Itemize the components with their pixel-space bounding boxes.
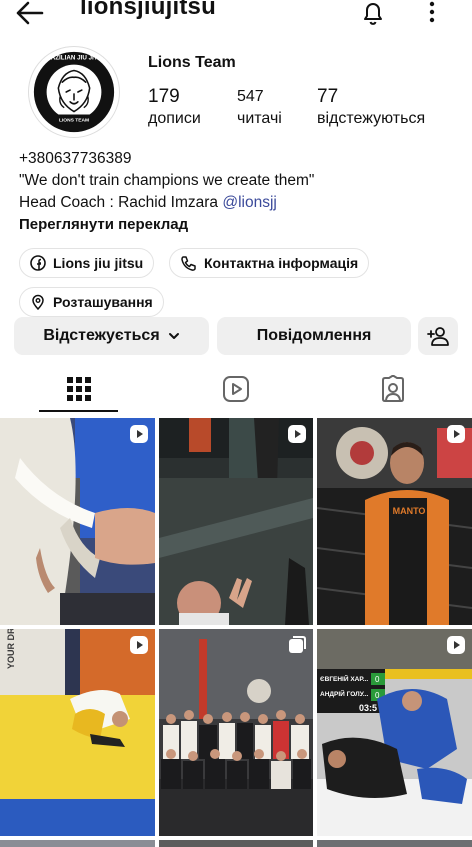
bio-mention-link[interactable]: @lionsjj	[222, 194, 277, 211]
following-button[interactable]: Відстежується	[14, 317, 209, 355]
followers-stat[interactable]: 547 читачі	[237, 86, 282, 130]
bio-quote: "We don't train champions we create them…	[19, 172, 315, 189]
avatar-bottom-text: LIONS TEAM	[59, 117, 89, 123]
facebook-icon	[30, 255, 46, 271]
back-arrow-icon[interactable]	[14, 0, 46, 26]
scoreboard-name-1: ЄВГЕНІЙ ХАР...	[320, 674, 368, 683]
bio-phone[interactable]: +380637736389	[19, 148, 459, 170]
bio-coach-text: Head Coach : Rachid Imzara	[19, 194, 223, 211]
carousel-icon	[289, 636, 306, 653]
location-chip[interactable]: Розташування	[19, 287, 164, 317]
grid-icon	[67, 377, 91, 401]
following-count: 77	[317, 86, 339, 107]
active-tab-indicator	[39, 410, 118, 412]
message-button-label: Повідомлення	[256, 327, 372, 344]
reel-icon	[130, 636, 148, 654]
grid-post-3[interactable]: MANTO	[317, 418, 472, 625]
following-stat[interactable]: 77 відстежуються	[317, 86, 425, 130]
bio-coach-line: Head Coach : Rachid Imzara @lionsjj	[19, 192, 459, 214]
posts-count: 179	[148, 86, 180, 107]
more-options-icon[interactable]	[420, 0, 444, 26]
display-name: Lions Team	[148, 54, 236, 71]
profile-avatar[interactable]: LIONS TEAM BRAZILIAN JIU JITSU	[28, 46, 120, 138]
tab-reels[interactable]	[196, 366, 276, 412]
grid-post-2[interactable]	[159, 418, 313, 625]
posts-label: дописи	[148, 110, 201, 127]
svg-text:MANTO: MANTO	[393, 506, 426, 516]
post-image-4: YOUR DRE	[0, 629, 155, 836]
post-image-2	[159, 418, 313, 625]
post-image-6: ЄВГЕНІЙ ХАР... АНДРІЙ ГОЛУ... 0 0 03:5	[317, 629, 472, 836]
scoreboard-score-1: 0	[375, 675, 380, 684]
scoreboard-time: 03:5	[359, 703, 377, 713]
location-pin-icon	[32, 294, 44, 310]
reel-icon	[447, 425, 465, 443]
following-label: відстежуються	[317, 110, 426, 127]
grid-post-4[interactable]: YOUR DRE	[0, 629, 155, 836]
chevron-down-icon	[168, 333, 179, 339]
grid-post-6[interactable]: ЄВГЕНІЙ ХАР... АНДРІЙ ГОЛУ... 0 0 03:5	[317, 629, 472, 836]
tab-posts[interactable]	[39, 366, 119, 412]
add-person-icon	[427, 327, 449, 346]
post-image-3: MANTO	[317, 418, 472, 625]
contact-info-chip[interactable]: Контактна інформація	[169, 248, 370, 278]
grid-post-1[interactable]	[0, 418, 155, 625]
post-image-5	[159, 629, 313, 836]
reel-icon	[130, 425, 148, 443]
posts-stat[interactable]: 179 дописи	[148, 86, 201, 130]
profile-bio: +380637736389 "We don't train champions …	[19, 148, 459, 236]
grid-post-8[interactable]	[159, 840, 313, 847]
facebook-link-chip[interactable]: Lions jiu jitsu	[19, 248, 155, 278]
post-banner-text: YOUR DRE	[6, 629, 16, 669]
tab-tagged[interactable]	[353, 366, 433, 412]
reel-icon	[288, 425, 306, 443]
suggested-people-button[interactable]	[418, 317, 458, 355]
avatar-top-text: BRAZILIAN JIU JITSU	[42, 55, 107, 62]
bell-icon[interactable]	[360, 0, 386, 26]
message-button[interactable]: Повідомлення	[217, 317, 411, 355]
grid-post-7[interactable]	[0, 840, 155, 847]
phone-icon	[181, 255, 196, 271]
scoreboard-name-2: АНДРІЙ ГОЛУ...	[320, 689, 369, 698]
facebook-chip-label: Lions jiu jitsu	[53, 255, 144, 271]
reel-icon	[447, 636, 465, 654]
reels-icon	[223, 376, 249, 402]
tagged-icon	[382, 375, 404, 402]
contact-chip-label: Контактна інформація	[204, 255, 359, 271]
grid-post-5[interactable]	[159, 629, 313, 836]
profile-username: lionsjiujitsu	[80, 0, 216, 20]
profile-tabs	[0, 366, 472, 414]
following-button-label: Відстежується	[43, 327, 160, 344]
followers-count: 547	[237, 88, 264, 105]
location-chip-label: Розташування	[53, 294, 153, 310]
followers-label: читачі	[237, 110, 282, 127]
post-image-1	[0, 418, 155, 625]
grid-post-9[interactable]	[317, 840, 472, 847]
top-bar: lionsjiujitsu	[0, 0, 472, 28]
see-translation-link[interactable]: Переглянути переклад	[19, 214, 459, 236]
